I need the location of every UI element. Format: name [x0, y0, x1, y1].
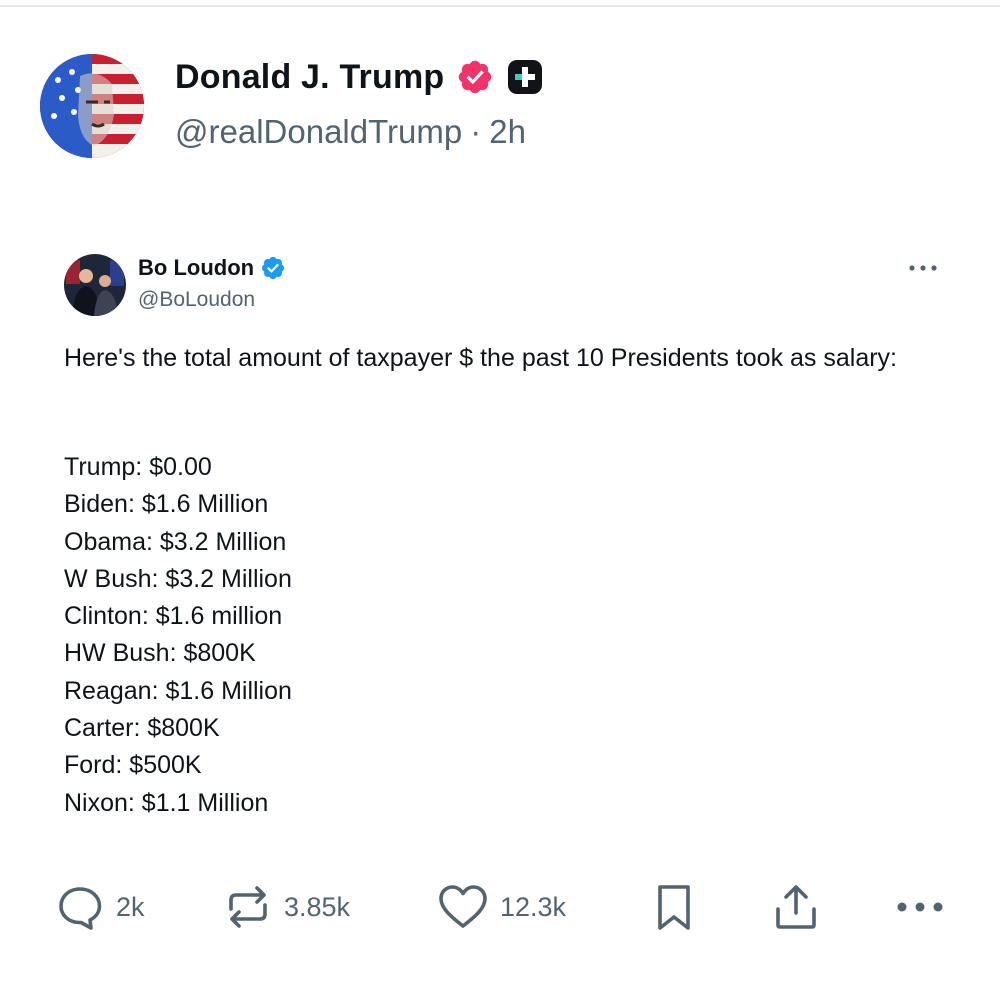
quoted-post-intro: Here's the total amount of taxpayer $ th… — [64, 344, 898, 372]
salary-line: Clinton: $1.6 million — [64, 602, 283, 631]
verified-badge-pink-icon[interactable] — [456, 58, 494, 96]
salary-line: Trump: $0.00 — [64, 453, 212, 481]
author-avatar[interactable] — [40, 54, 144, 158]
salary-line: W Bush: $3.2 Million — [64, 564, 292, 593]
salary-line: Nixon: $1.1 Million — [64, 788, 269, 817]
repost-count: 3.85k — [284, 891, 351, 922]
top-divider — [0, 5, 1000, 7]
like-count: 12.3k — [500, 891, 567, 922]
quoted-author-name[interactable]: Bo Loudon — [138, 255, 254, 281]
more-horizontal-icon — [892, 881, 948, 933]
author-name[interactable]: Donald J. Trump — [175, 58, 444, 97]
quoted-author-name-row: Bo Loudon — [138, 255, 286, 281]
reply-count: 2k — [116, 891, 145, 922]
share-icon — [770, 881, 822, 933]
author-meta: @realDonaldTrump · 2h — [175, 113, 526, 151]
meta-separator: · — [470, 113, 482, 150]
more-actions-button[interactable] — [892, 880, 948, 934]
more-horizontal-icon[interactable] — [906, 258, 940, 278]
repost-icon — [222, 881, 274, 933]
quoted-author-avatar[interactable] — [64, 254, 126, 316]
post-time[interactable]: 2h — [489, 113, 526, 151]
salary-line: Biden: $1.6 Million — [64, 490, 269, 519]
salary-line: Ford: $500K — [64, 751, 202, 780]
salary-line: Obama: $3.2 Million — [64, 527, 287, 556]
reply-icon — [54, 881, 106, 933]
like-button[interactable]: 12.3k — [436, 880, 566, 934]
author-handle[interactable]: @realDonaldTrump — [175, 113, 462, 151]
bookmark-icon — [654, 881, 694, 933]
reply-button[interactable]: 2k — [54, 880, 145, 934]
repost-button[interactable]: 3.85k — [222, 880, 350, 934]
share-button[interactable] — [770, 880, 822, 934]
salary-line: Carter: $800K — [64, 714, 220, 743]
plus-badge-icon[interactable] — [506, 58, 544, 96]
author-name-row: Donald J. Trump — [175, 52, 544, 102]
verified-badge-blue-icon[interactable] — [260, 255, 286, 281]
salary-line: Reagan: $1.6 Million — [64, 676, 292, 705]
quoted-author-handle[interactable]: @BoLoudon — [138, 288, 255, 312]
quoted-post-salary-list: Trump: $0.00 Biden: $1.6 Million Obama: … — [64, 449, 292, 822]
salary-line: HW Bush: $800K — [64, 639, 256, 668]
heart-icon — [436, 881, 490, 933]
bookmark-button[interactable] — [654, 880, 694, 934]
